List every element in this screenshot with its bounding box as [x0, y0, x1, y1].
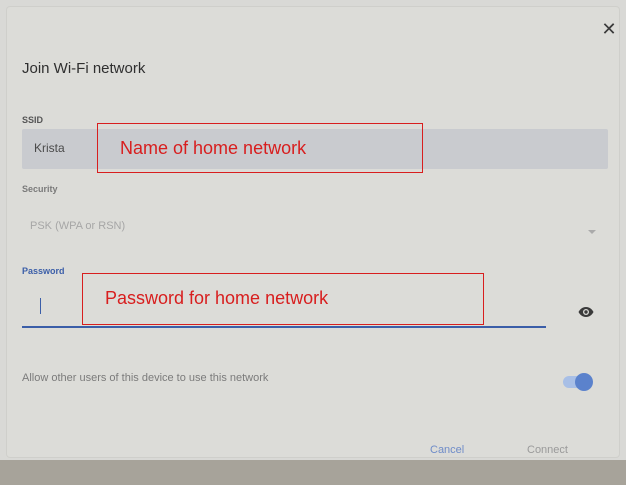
ssid-label: SSID	[22, 115, 44, 125]
dialog-title: Join Wi-Fi network	[22, 60, 146, 77]
connect-button[interactable]: Connect	[527, 444, 568, 456]
close-icon[interactable]: ✕	[600, 20, 618, 38]
ssid-annotation-box: Name of home network	[97, 123, 423, 173]
security-select[interactable]: PSK (WPA or RSN)	[30, 220, 125, 232]
toggle-knob	[575, 373, 593, 391]
text-caret	[40, 298, 41, 314]
security-label: Security	[22, 184, 58, 194]
password-annotation-text: Password for home network	[105, 288, 329, 308]
share-network-toggle[interactable]	[563, 373, 593, 391]
ssid-value: Krista	[34, 141, 65, 155]
ssid-annotation-text: Name of home network	[120, 138, 307, 158]
eye-icon[interactable]	[578, 306, 594, 318]
password-annotation-box: Password for home network	[82, 273, 484, 325]
chevron-down-icon[interactable]	[588, 230, 596, 234]
password-label: Password	[22, 266, 65, 276]
background-strip	[0, 460, 626, 485]
share-network-label: Allow other users of this device to use …	[22, 372, 269, 384]
cancel-button[interactable]: Cancel	[430, 444, 464, 456]
